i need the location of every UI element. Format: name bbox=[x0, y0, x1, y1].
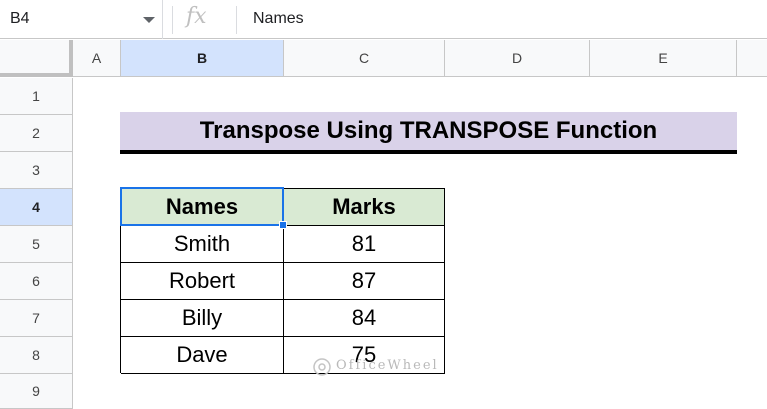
row-header-3[interactable]: 3 bbox=[0, 152, 73, 189]
table-cell-mark[interactable]: 81 bbox=[284, 226, 445, 263]
column-header-f[interactable] bbox=[737, 40, 767, 77]
officewheel-logo-icon bbox=[313, 358, 331, 376]
watermark-text: OfficeWheel bbox=[336, 358, 439, 373]
column-header-e[interactable]: E bbox=[590, 40, 737, 77]
formula-input[interactable]: Names bbox=[253, 10, 304, 28]
table-cell-name[interactable]: Dave bbox=[121, 337, 284, 374]
column-header-b[interactable]: B bbox=[121, 40, 284, 77]
row-header-8[interactable]: 8 bbox=[0, 337, 73, 374]
chevron-down-icon[interactable] bbox=[143, 17, 155, 23]
divider bbox=[172, 6, 173, 34]
sheet-title[interactable]: Transpose Using TRANSPOSE Function bbox=[120, 112, 737, 154]
table-cell-mark[interactable]: 84 bbox=[284, 300, 445, 337]
column-header-a[interactable]: A bbox=[73, 40, 121, 77]
formula-bar: B4 fx Names bbox=[0, 0, 767, 39]
table-cell-name[interactable]: Smith bbox=[121, 226, 284, 263]
fx-icon: fx bbox=[186, 4, 207, 29]
divider bbox=[236, 6, 237, 34]
row-header-7[interactable]: 7 bbox=[0, 300, 73, 337]
fill-handle[interactable] bbox=[279, 221, 287, 229]
row-header-4[interactable]: 4 bbox=[0, 189, 73, 226]
table-cell-name[interactable]: Billy bbox=[121, 300, 284, 337]
active-cell-outline bbox=[120, 187, 284, 226]
table-cell-mark[interactable]: 87 bbox=[284, 263, 445, 300]
table-header-marks[interactable]: Marks bbox=[284, 189, 445, 226]
table-cell-name[interactable]: Robert bbox=[121, 263, 284, 300]
cell-reference[interactable]: B4 bbox=[10, 10, 30, 28]
column-header-c[interactable]: C bbox=[284, 40, 445, 77]
select-all-corner[interactable] bbox=[0, 40, 73, 77]
row-header-6[interactable]: 6 bbox=[0, 263, 73, 300]
row-header-9[interactable]: 9 bbox=[0, 374, 73, 409]
row-header-2[interactable]: 2 bbox=[0, 115, 73, 152]
name-box[interactable]: B4 bbox=[0, 0, 163, 39]
column-header-d[interactable]: D bbox=[445, 40, 590, 77]
row-header-1[interactable]: 1 bbox=[0, 78, 73, 115]
row-header-5[interactable]: 5 bbox=[0, 226, 73, 263]
